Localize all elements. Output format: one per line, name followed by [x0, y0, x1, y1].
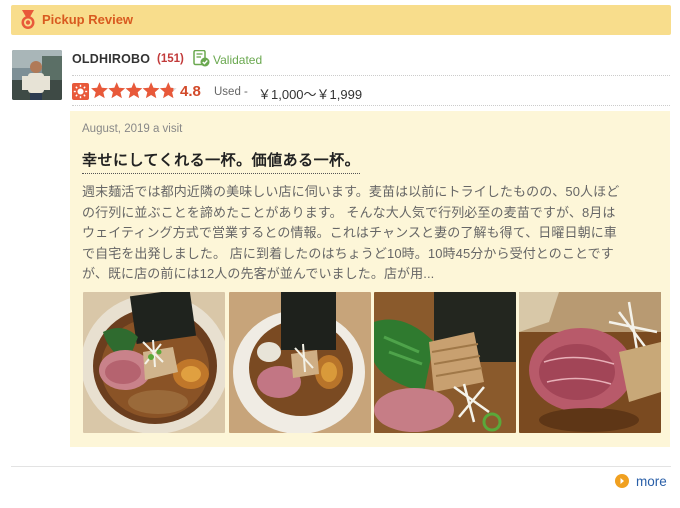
validated-icon [193, 50, 210, 67]
ramen-photo-3[interactable] [374, 292, 516, 433]
divider [72, 105, 670, 106]
arrow-circle-icon[interactable] [615, 474, 629, 488]
rating-score: 4.8 [180, 83, 201, 100]
reviewer-avatar[interactable] [12, 50, 62, 100]
divider [11, 466, 671, 467]
star-icon [125, 82, 143, 99]
review-title[interactable]: 幸せにしてくれる一杯。価値ある一杯。 [82, 149, 361, 174]
price-range: ￥1,000～￥1,999 [258, 87, 363, 102]
more-link[interactable]: more [636, 474, 667, 489]
divider [72, 75, 670, 76]
review-body-line: ウェイティング方式で営業するとの情報。これはチャンスと妻の了解も得て、日曜日朝に… [82, 225, 617, 240]
star-icon [108, 82, 126, 99]
review-body[interactable]: 週末麺活では都内近隣の美味しい店に伺います。麦苗は以前にトライしたものの、50人… [82, 182, 662, 285]
ramen-photo-1[interactable] [83, 292, 225, 433]
pickup-review-title: Pickup Review [42, 12, 134, 27]
visit-date: August, 2019 a visit [82, 123, 183, 135]
reviewer-review-count: (151) [157, 53, 184, 65]
review-body-line: が、既に店の前には12人の先客が並んでいました。店が用... [82, 266, 435, 281]
validated-label: Validated [213, 53, 263, 67]
rating-stars [91, 82, 177, 99]
star-icon [91, 82, 108, 99]
review-body-line: 週末麺活では都内近隣の美味しい店に伺います。麦苗は以前にトライしたものの、50人… [82, 184, 620, 199]
ramen-photo-2[interactable] [229, 292, 371, 433]
sun-rating-icon [72, 83, 89, 100]
reviewer-name[interactable]: OLDHIROBO [72, 52, 150, 66]
price-label: Used - [214, 86, 248, 98]
review-body-line: の行列に並ぶことを諦めたことがあります。 そんな大人気で行列必至の麦苗ですが、8… [82, 204, 616, 220]
pickup-review-header: Pickup Review [11, 5, 671, 35]
review-body-line: で自宅を出発しました。 店に到着したのはちょうど10時。10時45分から受付との… [82, 245, 614, 261]
star-icon [142, 82, 160, 99]
ramen-photo-4[interactable] [519, 292, 661, 433]
medal-icon [21, 10, 35, 29]
